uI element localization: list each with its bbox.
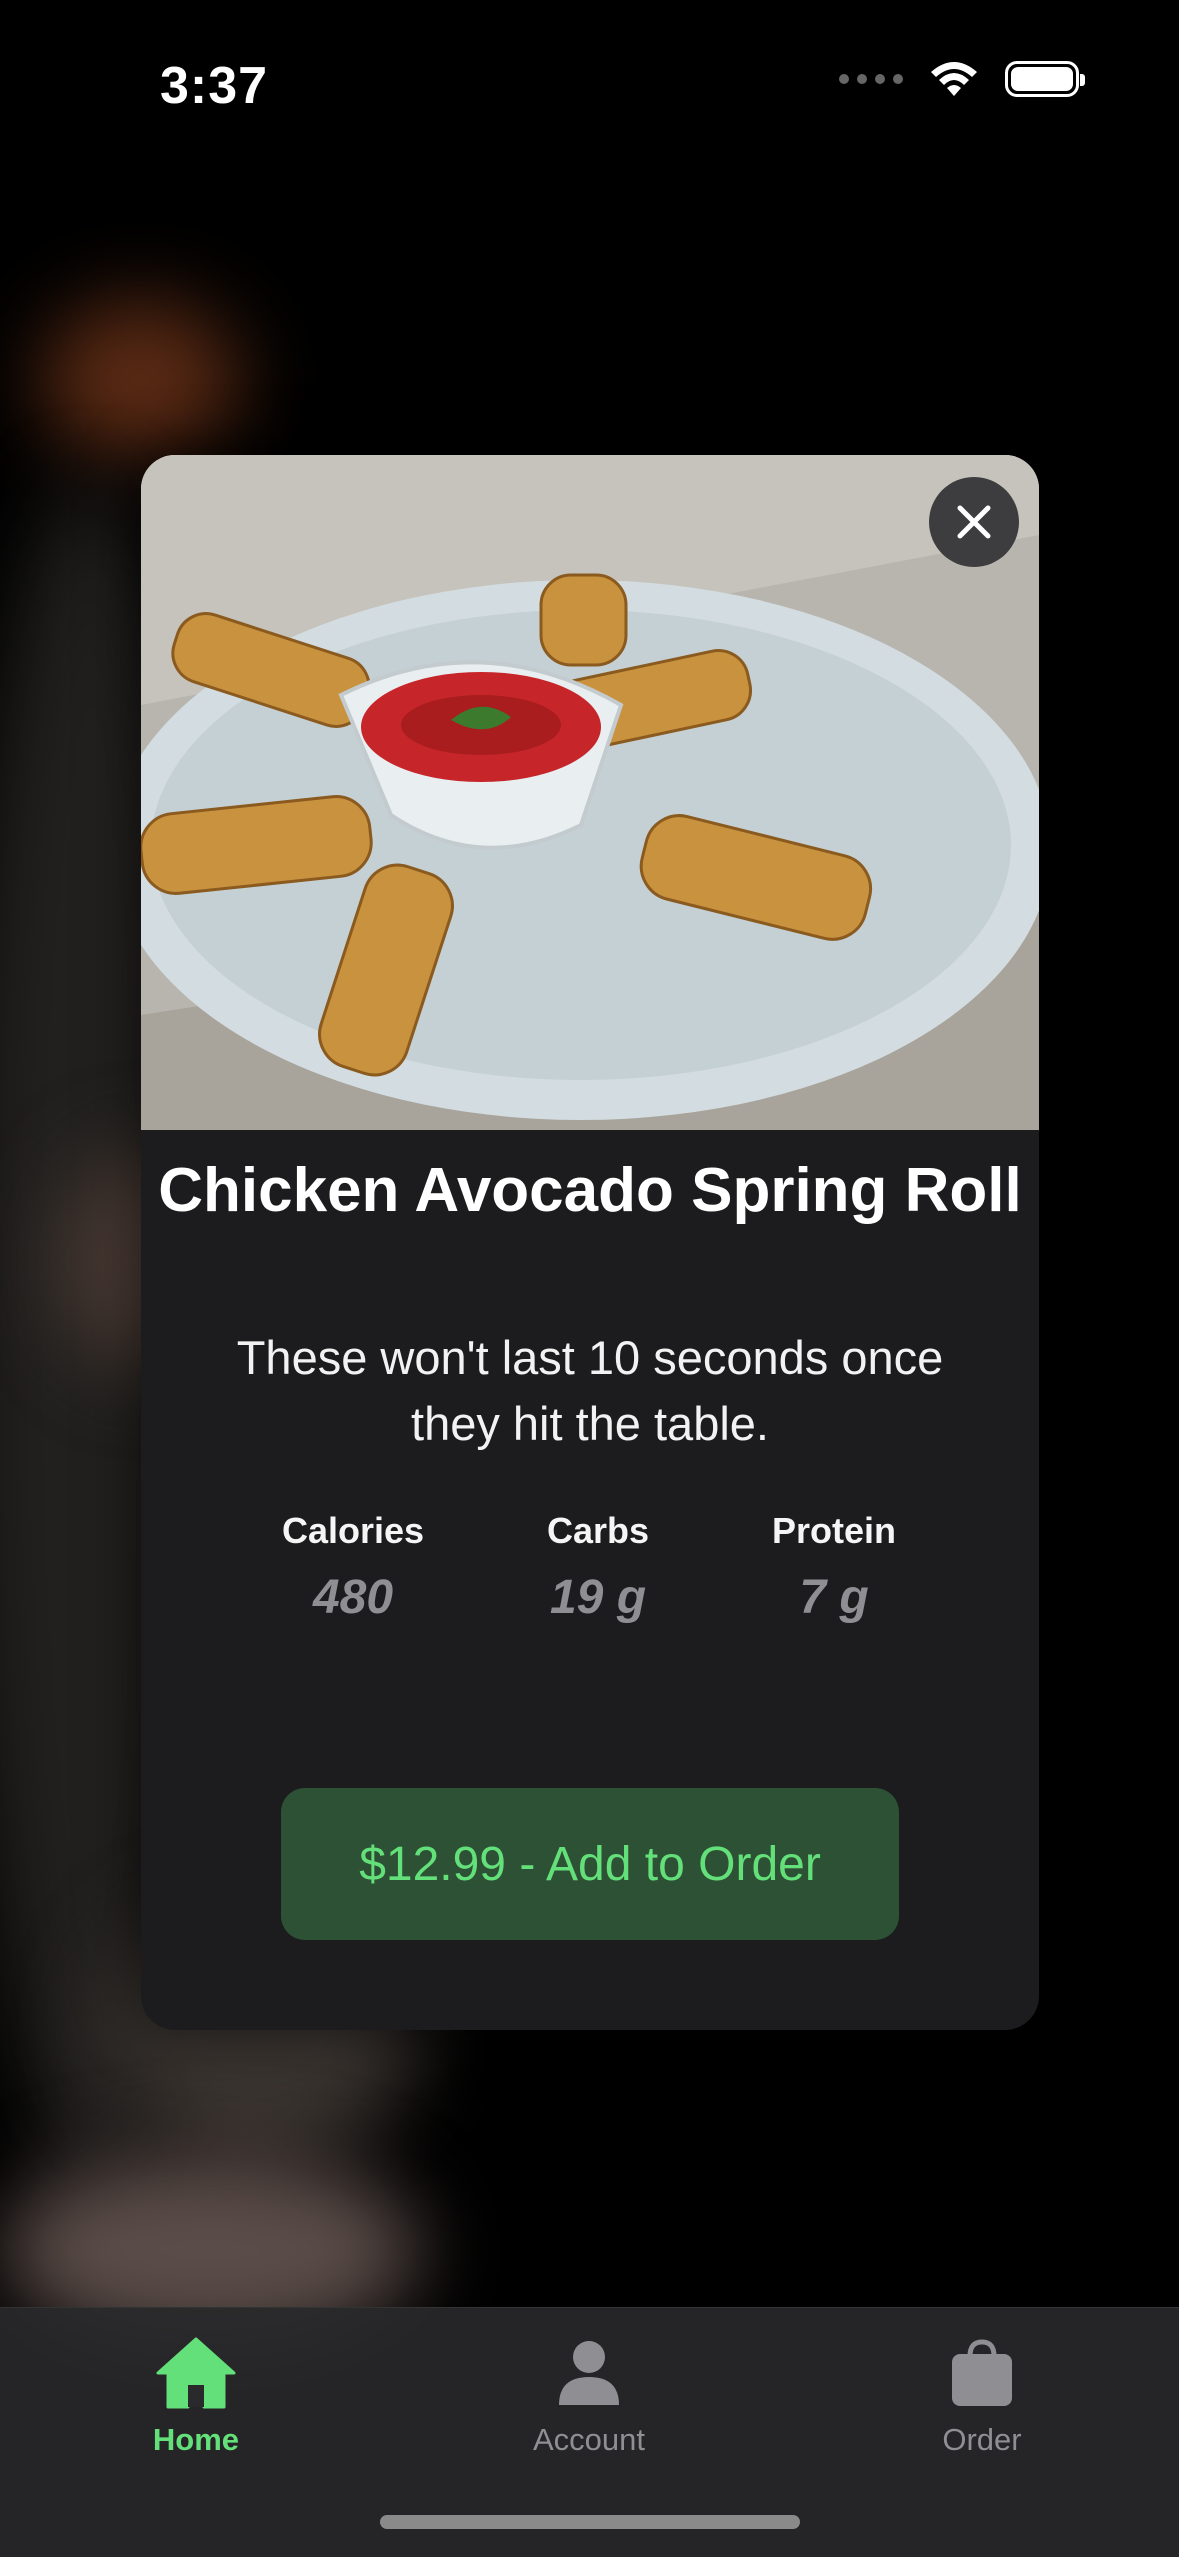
- nutrition-value: 7 g: [799, 1571, 869, 1624]
- home-indicator: [380, 2515, 800, 2529]
- battery-icon: [1005, 61, 1085, 97]
- tab-label: Account: [532, 2422, 645, 2457]
- tab-order[interactable]: Order: [882, 2328, 1082, 2458]
- item-title: Chicken Avocado Spring Roll: [158, 1156, 1022, 1225]
- person-icon: [559, 2341, 619, 2405]
- close-icon: [957, 505, 991, 539]
- nutrition-label: Protein: [771, 1510, 897, 1551]
- status-time: 3:37: [160, 57, 269, 115]
- wifi-icon: [931, 62, 977, 96]
- bag-icon: [952, 2339, 1012, 2406]
- food-photo: [141, 455, 1039, 1130]
- tab-account[interactable]: Account: [489, 2328, 689, 2458]
- nutrition-carbs: Carbs 19 g: [547, 1510, 649, 1625]
- home-icon: [156, 2337, 236, 2409]
- close-button[interactable]: [929, 477, 1019, 567]
- nutrition-protein: Protein 7 g: [772, 1510, 896, 1625]
- nutrition-value: 480: [312, 1571, 394, 1624]
- nutrition-label: Carbs: [546, 1510, 650, 1551]
- add-to-order-button[interactable]: $12.99 - Add to Order: [281, 1788, 899, 1940]
- tab-label: Home: [152, 2422, 240, 2457]
- status-indicators: [839, 60, 1085, 98]
- nutrition-value: 19 g: [549, 1571, 647, 1624]
- item-detail-card: Chicken Avocado Spring Roll These won't …: [141, 455, 1039, 2030]
- tab-home[interactable]: Home: [96, 2328, 296, 2458]
- cellular-signal-icon: [839, 74, 903, 84]
- tab-label: Order: [942, 2422, 1022, 2457]
- nutrition-label: Calories: [281, 1510, 425, 1551]
- item-description: These won't last 10 seconds once they hi…: [236, 1331, 944, 1450]
- nutrition-calories: Calories 480: [282, 1510, 424, 1625]
